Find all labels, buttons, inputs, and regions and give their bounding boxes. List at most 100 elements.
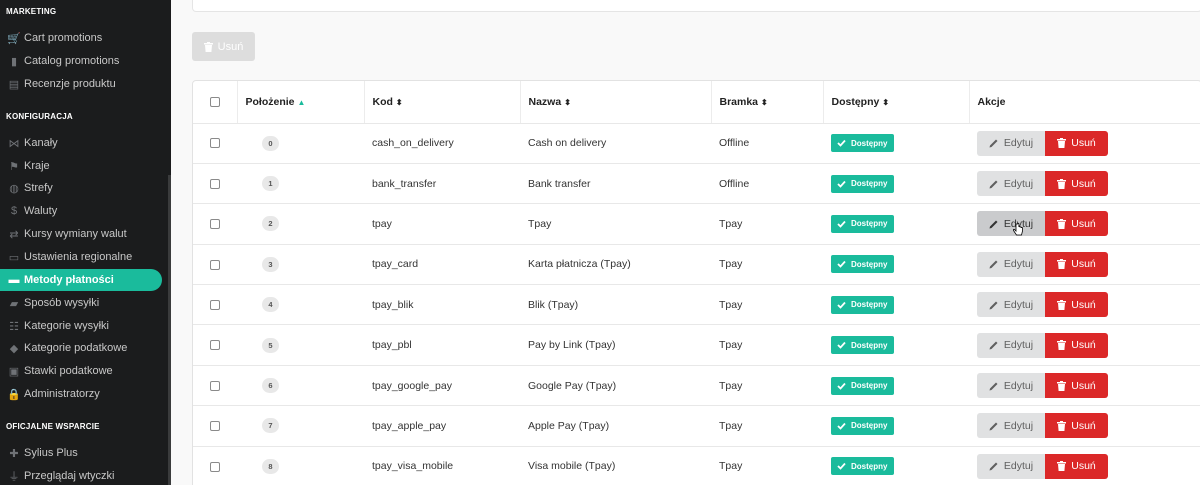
delete-button-label: Usuń <box>1071 379 1096 392</box>
sidebar-item-shipping-categories[interactable]: ☷ Kategorie wysyłki <box>0 315 162 337</box>
sidebar-item-browse-plugins[interactable]: ⏚ Przeglądaj wtyczki <box>0 465 162 485</box>
edit-button[interactable]: Edytuj <box>977 171 1045 197</box>
row-select-cell <box>193 324 237 366</box>
bulk-delete-button[interactable]: Usuń <box>192 32 255 61</box>
name-cell: Bank transfer <box>520 163 711 205</box>
delete-button[interactable]: Usuń <box>1045 453 1108 479</box>
gateway-cell: Offline <box>711 163 823 205</box>
enabled-cell: Dostępny <box>823 284 969 326</box>
sidebar-item-zones[interactable]: ◍ Strefy <box>0 177 162 199</box>
column-header-gateway[interactable]: Bramka ⬍ <box>711 81 824 124</box>
position-badge: 6 <box>262 378 279 394</box>
table-row: 1 bank_transfer Bank transfer Offline Dostęp… <box>193 163 1200 205</box>
sidebar-item-shipping-methods[interactable]: ▰ Sposób wysyłki <box>0 292 162 314</box>
trash-icon <box>1057 138 1067 149</box>
enabled-badge: Dostępny <box>831 214 895 233</box>
row-checkbox[interactable] <box>210 340 220 351</box>
row-checkbox[interactable] <box>210 299 220 310</box>
name-cell: Karta płatnicza (Tpay) <box>520 244 711 286</box>
actions-cell: Edytuj Usuń <box>969 405 1200 447</box>
edit-button[interactable]: Edytuj <box>977 292 1045 318</box>
table-row: 8 tpay_visa_mobile Visa mobile (Tpay) Tpay D… <box>193 446 1200 485</box>
row-checkbox[interactable] <box>210 259 220 270</box>
row-checkbox[interactable] <box>210 421 220 432</box>
actions-cell: Edytuj Usuń <box>969 324 1200 366</box>
check-icon <box>837 180 846 188</box>
delete-button[interactable]: Usuń <box>1045 171 1108 197</box>
enabled-cell: Dostępny <box>823 123 969 164</box>
sidebar-item-sylius-plus[interactable]: ✚ Sylius Plus <box>0 442 162 464</box>
row-checkbox[interactable] <box>210 380 220 391</box>
select-all-checkbox[interactable] <box>209 96 220 107</box>
plug-icon: ⏚ <box>8 471 20 483</box>
code-cell: tpay_visa_mobile <box>364 446 520 485</box>
sidebar-item-channels[interactable]: ⋈ Kanały <box>0 132 162 154</box>
sidebar-item-catalog-promotions[interactable]: ▮ Catalog promotions <box>0 50 162 72</box>
edit-button-label: Edytuj <box>1003 177 1034 190</box>
trash-icon <box>1057 380 1067 391</box>
sidebar-item-countries[interactable]: ⚑ Kraje <box>0 155 162 177</box>
delete-button[interactable]: Usuń <box>1045 332 1108 358</box>
column-header-enabled[interactable]: Dostępny ⬍ <box>823 81 970 124</box>
bulk-delete-label: Usuń <box>217 40 244 53</box>
delete-button[interactable]: Usuń <box>1045 373 1108 399</box>
gateway-cell: Tpay <box>711 446 823 485</box>
table-header-row: Położenie ▲ Kod ⬍ Nazwa ⬍ Bramka ⬍ Dostępny ⬍… <box>193 81 1200 124</box>
sidebar-item-cart-promotions[interactable]: 🛒 Cart promotions <box>0 27 162 49</box>
sidebar-item-label: Catalog promotions <box>24 55 120 67</box>
code-cell: tpay_card <box>364 244 520 286</box>
row-select-cell <box>193 123 237 164</box>
actions-cell: Edytuj Usuń <box>969 244 1200 286</box>
sidebar-item-payment-methods[interactable]: ▬ Metody płatności <box>0 269 162 291</box>
sidebar-item-label: Waluty <box>24 205 58 217</box>
row-checkbox[interactable] <box>210 219 220 230</box>
edit-button[interactable]: Edytuj <box>977 251 1045 277</box>
sidebar-item-exchange-rates[interactable]: ⇄ Kursy wymiany walut <box>0 223 162 245</box>
edit-button[interactable]: Edytuj <box>977 332 1045 358</box>
delete-button[interactable]: Usuń <box>1045 130 1108 156</box>
edit-button[interactable]: Edytuj <box>977 211 1045 237</box>
sidebar-item-product-reviews[interactable]: ▤ Recenzje produktu <box>0 73 162 95</box>
edit-button[interactable]: Edytuj <box>977 413 1045 439</box>
row-checkbox[interactable] <box>210 178 220 189</box>
delete-button[interactable]: Usuń <box>1045 413 1108 439</box>
delete-button[interactable]: Usuń <box>1045 292 1108 318</box>
sidebar-item-tax-rates[interactable]: ▣ Stawki podatkowe <box>0 360 162 382</box>
enabled-badge: Dostępny <box>831 376 895 395</box>
edit-button-label: Edytuj <box>1003 419 1034 432</box>
sidebar: MARKETING 🛒 Cart promotions ▮ Catalog prom… <box>0 0 171 485</box>
position-badge: 1 <box>262 176 279 192</box>
position-badge: 4 <box>262 297 279 313</box>
sidebar-item-locales[interactable]: ▭ Ustawienia regionalne <box>0 246 162 268</box>
row-checkbox[interactable] <box>210 461 220 472</box>
row-select-cell <box>193 163 237 205</box>
sidebar-item-label: Metody płatności <box>24 274 114 286</box>
check-icon <box>837 341 846 349</box>
edit-button-label: Edytuj <box>1003 379 1034 392</box>
column-header-label: Bramka <box>719 95 759 108</box>
name-cell: Tpay <box>520 203 711 245</box>
delete-button[interactable]: Usuń <box>1045 211 1108 237</box>
gateway-cell: Tpay <box>711 244 823 286</box>
actions-cell: Edytuj Usuń <box>969 123 1200 164</box>
row-checkbox[interactable] <box>210 138 220 149</box>
column-header-code[interactable]: Kod ⬍ <box>364 81 521 124</box>
column-header-position[interactable]: Położenie ▲ <box>237 81 365 124</box>
edit-button[interactable]: Edytuj <box>977 130 1045 156</box>
enabled-badge-label: Dostępny <box>851 219 888 229</box>
filters-panel <box>192 0 1200 12</box>
check-icon <box>837 422 846 430</box>
code-cell: cash_on_delivery <box>364 123 520 164</box>
delete-button[interactable]: Usuń <box>1045 251 1108 277</box>
sort-icon: ⬍ <box>564 97 571 107</box>
edit-button[interactable]: Edytuj <box>977 453 1045 479</box>
sidebar-item-administrators[interactable]: 🔒 Administratorzy <box>0 383 162 405</box>
sidebar-item-currencies[interactable]: $ Waluty <box>0 200 162 222</box>
money-icon: ▣ <box>8 365 20 378</box>
sidebar-item-tax-categories[interactable]: ◆ Kategorie podatkowe <box>0 337 162 359</box>
delete-button-label: Usuń <box>1071 419 1096 432</box>
row-select-cell <box>193 203 237 245</box>
enabled-badge-label: Dostępny <box>851 259 888 269</box>
edit-button[interactable]: Edytuj <box>977 373 1045 399</box>
column-header-name[interactable]: Nazwa ⬍ <box>520 81 712 124</box>
